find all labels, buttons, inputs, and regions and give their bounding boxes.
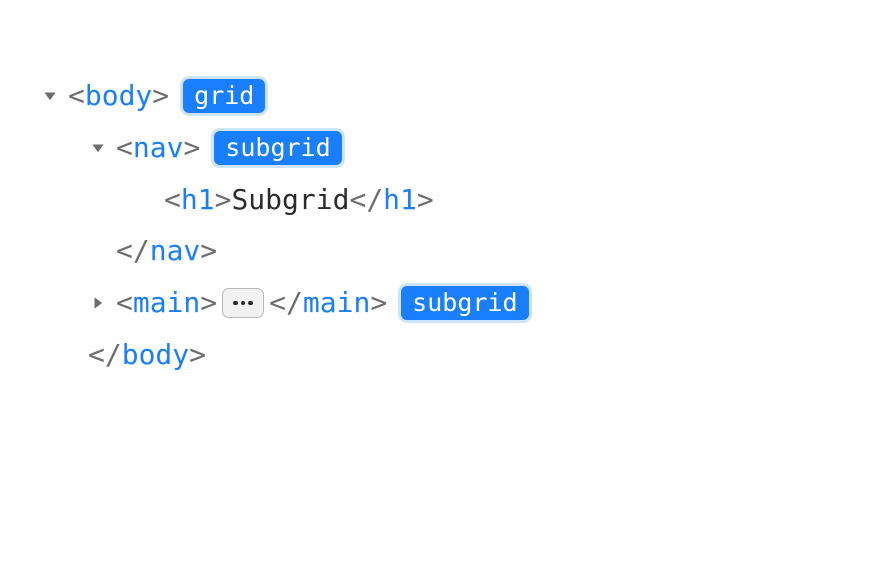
tree-row-body-open[interactable]: <body> grid [40,70,846,122]
tag-close: </main> [269,277,387,329]
expand-arrow-down-icon[interactable] [40,86,60,106]
tag-open: <main> [116,277,217,329]
tag-close: </body> [88,329,206,381]
tree-row-nav-open[interactable]: <nav> subgrid [40,122,846,174]
dot-icon [233,301,238,306]
grid-badge[interactable]: grid [183,79,265,113]
expand-arrow-down-icon[interactable] [88,138,108,158]
tree-row-h1[interactable]: <h1>Subgrid</h1> [40,174,846,226]
expand-arrow-right-icon[interactable] [88,293,108,313]
dot-icon [248,301,253,306]
tag-open: <nav> [116,122,200,174]
element-text-content: Subgrid [231,174,349,226]
subgrid-badge[interactable]: subgrid [214,131,341,165]
dot-icon [241,301,246,306]
ellipsis-expand-button[interactable] [222,288,264,318]
tag-close: </h1> [349,174,433,226]
tag-open: <h1> [164,174,231,226]
tag-close: </nav> [116,225,217,277]
subgrid-badge[interactable]: subgrid [401,286,528,320]
tag-open: <body> [68,70,169,122]
tree-row-body-close[interactable]: </body> [40,329,846,381]
tree-row-main[interactable]: <main> </main> subgrid [40,277,846,329]
tree-row-nav-close[interactable]: </nav> [40,225,846,277]
